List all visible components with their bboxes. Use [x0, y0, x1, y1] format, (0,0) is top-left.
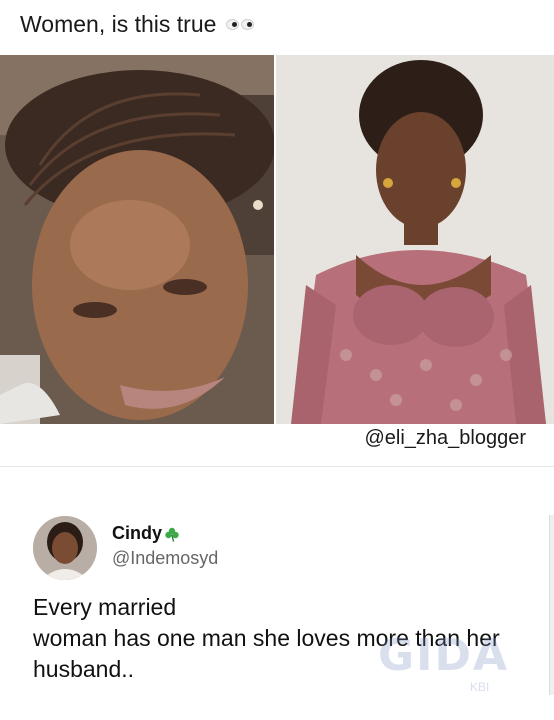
tweet-line: Every married — [33, 594, 177, 620]
post-caption: Women, is this true — [20, 11, 255, 38]
tweet-author-name[interactable]: Cindy — [112, 523, 180, 544]
right-portrait-photo[interactable] — [276, 55, 554, 424]
avatar[interactable] — [33, 516, 97, 580]
left-selfie-photo[interactable] — [0, 55, 274, 424]
watermark-sub: KBI — [470, 680, 490, 694]
caption-text: Women, is this true — [20, 11, 217, 37]
tweet-author-handle[interactable]: @Indemosyd — [112, 548, 218, 569]
photo-credit-handle: @eli_zha_blogger — [364, 427, 526, 449]
photo-collage — [0, 55, 554, 424]
shamrock-icon — [164, 526, 180, 542]
watermark-logo: GIDA — [378, 630, 510, 681]
eyes-emoji-icon — [226, 19, 255, 30]
divider — [0, 466, 554, 467]
card-edge — [549, 515, 554, 695]
